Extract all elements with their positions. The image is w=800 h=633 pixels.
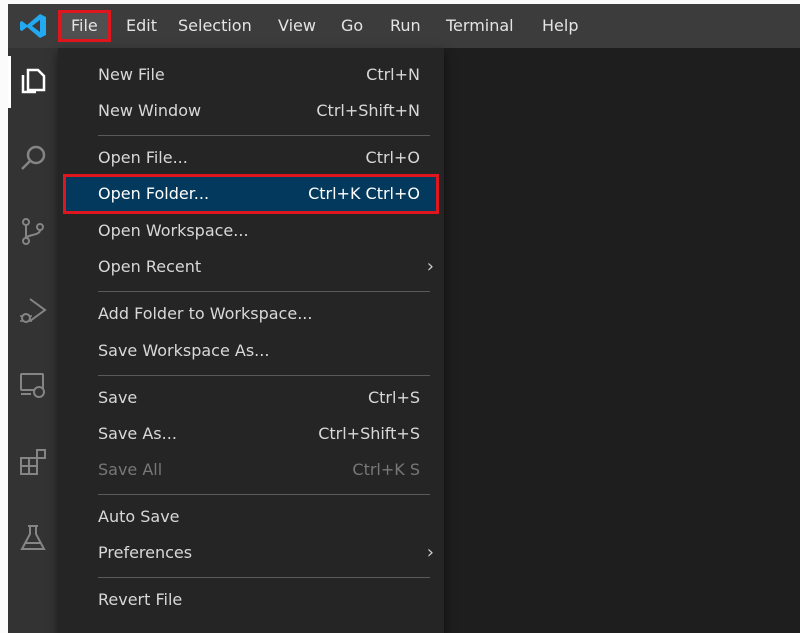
testing-icon[interactable] bbox=[18, 523, 48, 553]
remote-explorer-icon[interactable] bbox=[18, 370, 48, 400]
menu-item-label: Revert File bbox=[98, 590, 183, 609]
menu-view[interactable]: View bbox=[273, 13, 321, 39]
menu-item-label: Open File... bbox=[98, 148, 188, 167]
menu-terminal[interactable]: Terminal bbox=[441, 13, 519, 39]
menu-item-new-file[interactable]: New File Ctrl+N bbox=[66, 58, 436, 92]
vscode-logo-icon[interactable] bbox=[18, 12, 48, 40]
menu-item-label: Open Folder... bbox=[98, 184, 210, 203]
menu-help[interactable]: Help bbox=[537, 13, 583, 39]
search-icon[interactable] bbox=[18, 143, 48, 173]
vscode-window: File Edit Selection View Go Run Terminal… bbox=[8, 4, 800, 633]
menu-item-label: Save All bbox=[98, 460, 163, 479]
menu-item-shortcut: Ctrl+Shift+N bbox=[316, 101, 420, 120]
menu-item-label: Save As... bbox=[98, 424, 177, 443]
chevron-right-icon: › bbox=[426, 542, 434, 563]
run-debug-icon[interactable] bbox=[18, 296, 48, 326]
menu-selection[interactable]: Selection bbox=[173, 13, 257, 39]
menu-item-save-all: Save All Ctrl+K S bbox=[66, 453, 436, 487]
menu-item-open-file[interactable]: Open File... Ctrl+O bbox=[66, 141, 436, 175]
menu-item-shortcut: Ctrl+S bbox=[367, 388, 420, 407]
menu-file[interactable]: File bbox=[58, 10, 111, 42]
menu-item-label: New File bbox=[98, 65, 165, 84]
menu-item-save-workspace-as[interactable]: Save Workspace As... bbox=[66, 334, 436, 368]
active-indicator bbox=[8, 56, 11, 108]
menu-item-save[interactable]: Save Ctrl+S bbox=[66, 381, 436, 415]
menu-item-auto-save[interactable]: Auto Save bbox=[66, 500, 436, 534]
menu-item-preferences[interactable]: Preferences › bbox=[66, 536, 436, 570]
menu-item-label: Preferences bbox=[98, 543, 193, 562]
menu-separator bbox=[98, 375, 430, 376]
menu-item-label: Save bbox=[98, 388, 138, 407]
menu-item-label: Auto Save bbox=[98, 507, 180, 526]
menu-item-label: Open Recent bbox=[98, 257, 202, 276]
menu-separator bbox=[98, 135, 430, 136]
menu-item-label: New Window bbox=[98, 101, 202, 120]
menu-separator bbox=[98, 577, 430, 578]
menu-item-open-workspace[interactable]: Open Workspace... bbox=[66, 214, 436, 248]
menu-item-shortcut: Ctrl+Shift+S bbox=[318, 424, 420, 443]
file-menu-dropdown: New File Ctrl+N New Window Ctrl+Shift+N … bbox=[58, 48, 444, 633]
menu-item-open-recent[interactable]: Open Recent › bbox=[66, 250, 436, 284]
menu-separator bbox=[98, 494, 430, 495]
activity-bar bbox=[8, 48, 58, 633]
title-bar: File Edit Selection View Go Run Terminal… bbox=[8, 4, 800, 48]
menu-run[interactable]: Run bbox=[385, 13, 426, 39]
menu-item-open-folder[interactable]: Open Folder... Ctrl+K Ctrl+O bbox=[63, 174, 439, 214]
menu-item-new-window[interactable]: New Window Ctrl+Shift+N bbox=[66, 94, 436, 128]
editor-area bbox=[444, 48, 800, 633]
chevron-right-icon: › bbox=[426, 256, 434, 277]
menu-item-label: Add Folder to Workspace... bbox=[98, 304, 313, 323]
menu-item-shortcut: Ctrl+O bbox=[365, 148, 420, 167]
menu-edit[interactable]: Edit bbox=[121, 13, 162, 39]
explorer-icon[interactable] bbox=[18, 66, 48, 96]
menu-item-add-folder-to-workspace[interactable]: Add Folder to Workspace... bbox=[66, 297, 436, 331]
extensions-icon[interactable] bbox=[18, 448, 48, 478]
menu-item-shortcut: Ctrl+K S bbox=[352, 460, 420, 479]
menu-item-shortcut: Ctrl+K Ctrl+O bbox=[308, 184, 420, 203]
menu-item-label: Save Workspace As... bbox=[98, 341, 270, 360]
menu-separator bbox=[98, 291, 430, 292]
menu-item-revert-file[interactable]: Revert File bbox=[66, 583, 436, 617]
menu-item-shortcut: Ctrl+N bbox=[366, 65, 420, 84]
source-control-icon[interactable] bbox=[18, 216, 48, 246]
menu-item-save-as[interactable]: Save As... Ctrl+Shift+S bbox=[66, 417, 436, 451]
menu-item-label: Open Workspace... bbox=[98, 221, 249, 240]
menu-go[interactable]: Go bbox=[336, 13, 368, 39]
